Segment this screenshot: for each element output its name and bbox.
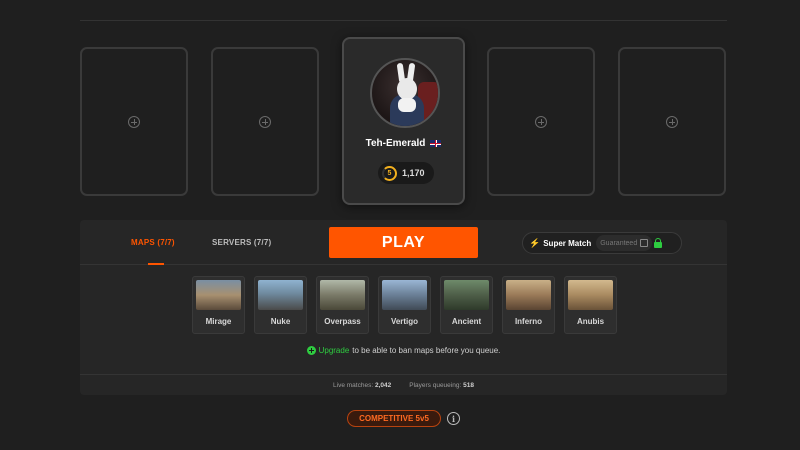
map-card-mirage[interactable]: Mirage — [192, 276, 245, 334]
info-icon[interactable]: i — [447, 412, 460, 425]
party-slot-empty[interactable] — [80, 47, 188, 196]
skill-level-icon: 5 — [382, 165, 397, 181]
map-thumbnail — [320, 280, 365, 310]
guaranteed-option[interactable]: Guaranteed — [596, 235, 653, 251]
guaranteed-label: Guaranteed — [600, 239, 638, 247]
queue-panel: MAPS (7/7) SERVERS (7/7) PLAY ⚡ Super Ma… — [80, 220, 727, 395]
map-card-ancient[interactable]: Ancient — [440, 276, 493, 334]
add-player-icon — [259, 115, 271, 128]
map-thumbnail — [444, 280, 489, 310]
add-player-icon — [128, 115, 140, 128]
map-thumbnail — [382, 280, 427, 310]
map-card-inferno[interactable]: Inferno — [502, 276, 555, 334]
plus-circle-icon — [306, 346, 316, 355]
party-slot-empty[interactable] — [487, 47, 595, 196]
upgrade-text: to be able to ban maps before you queue. — [352, 346, 501, 355]
map-thumbnail — [258, 280, 303, 310]
map-name: Ancient — [451, 317, 482, 326]
party-slot-empty[interactable] — [618, 47, 726, 196]
map-name: Vertigo — [390, 317, 419, 326]
map-thumbnail — [506, 280, 551, 310]
party-slot-empty[interactable] — [211, 47, 319, 196]
upgrade-link[interactable]: Upgrade — [319, 346, 350, 355]
map-thumbnail — [568, 280, 613, 310]
player-card[interactable]: Teh-Emerald 5 1,170 — [342, 37, 465, 205]
super-match-label: Super Match — [543, 238, 592, 248]
add-player-icon — [535, 115, 547, 128]
uk-flag-icon — [430, 140, 442, 147]
tab-active-indicator — [148, 263, 164, 265]
map-card-nuke[interactable]: Nuke — [254, 276, 307, 334]
top-divider — [80, 20, 727, 21]
tab-servers[interactable]: SERVERS (7/7) — [212, 238, 271, 247]
map-thumbnail — [196, 280, 241, 310]
player-name[interactable]: Teh-Emerald — [366, 138, 426, 149]
map-card-overpass[interactable]: Overpass — [316, 276, 369, 334]
elo-value: 1,170 — [402, 168, 425, 178]
map-name: Overpass — [324, 317, 361, 326]
elo-display: 5 1,170 — [378, 162, 434, 184]
map-card-vertigo[interactable]: Vertigo — [378, 276, 431, 334]
add-player-icon — [666, 115, 678, 128]
lightning-icon: ⚡ — [529, 237, 541, 248]
avatar — [370, 58, 440, 128]
map-card-anubis[interactable]: Anubis — [564, 276, 617, 334]
super-match-toggle[interactable]: ⚡ Super Match Guaranteed — [522, 232, 682, 254]
queue-stats: Live matches: 2,042 Players queueing: 51… — [80, 374, 727, 395]
map-pool: Mirage Nuke Overpass Vertigo Ancient Inf… — [192, 276, 617, 334]
map-name: Mirage — [205, 317, 232, 326]
map-name: Anubis — [576, 317, 605, 326]
map-name: Nuke — [270, 317, 291, 326]
queue-tabs-bar: MAPS (7/7) SERVERS (7/7) PLAY ⚡ Super Ma… — [80, 220, 727, 265]
game-mode-selector[interactable]: COMPETITIVE 5v5 — [347, 410, 441, 427]
upgrade-notice: Upgrade to be able to ban maps before yo… — [80, 346, 727, 355]
live-matches-stat: Live matches: 2,042 — [333, 381, 392, 389]
lock-icon — [654, 238, 663, 248]
guaranteed-checkbox[interactable] — [640, 239, 649, 247]
players-queueing-stat: Players queueing: 518 — [409, 381, 474, 389]
tab-maps[interactable]: MAPS (7/7) — [131, 238, 175, 247]
play-button[interactable]: PLAY — [329, 227, 478, 258]
map-name: Inferno — [514, 317, 543, 326]
